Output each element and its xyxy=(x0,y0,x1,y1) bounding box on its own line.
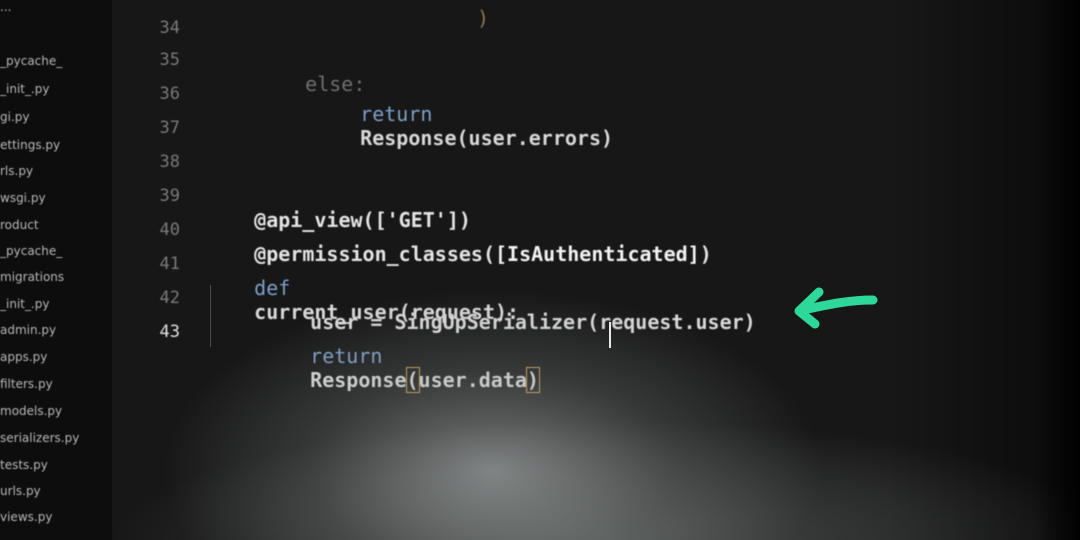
file-tree-item[interactable]: views.py xyxy=(0,510,52,530)
code-user-data: user.data xyxy=(418,368,527,392)
code-response: Response xyxy=(310,368,407,392)
arrow-left-icon xyxy=(794,287,878,329)
file-tree-item[interactable]: ettings.py xyxy=(0,138,60,158)
line-number: 37 xyxy=(159,118,180,138)
indent-guide xyxy=(210,285,211,347)
line-number: 42 xyxy=(159,288,180,308)
file-tree-item[interactable]: apps.py xyxy=(0,350,47,370)
file-tree-item[interactable]: wsgi.py xyxy=(0,191,46,211)
line-number: 41 xyxy=(159,254,180,274)
file-tree-item[interactable]: serializers.py xyxy=(0,431,79,451)
file-tree-item[interactable]: models.py xyxy=(0,404,62,424)
code-line-43: return Response(user.data) xyxy=(262,320,540,416)
file-tree-item[interactable]: _init_.py xyxy=(0,82,50,102)
file-tree-item[interactable]: _init_.py xyxy=(0,297,50,317)
code-brace: ) xyxy=(477,6,490,30)
code-editor[interactable]: 34 35 36 37 38 39 40 41 42 43 ) else: re… xyxy=(112,0,1080,540)
line-number: 40 xyxy=(159,220,180,240)
keyword-return: return xyxy=(310,344,383,368)
text-cursor xyxy=(609,322,611,348)
file-tree-item[interactable]: rls.py xyxy=(0,164,33,184)
file-tree-sidebar: ... _pycache_ _init_.py gi.py ettings.py… xyxy=(0,0,112,540)
file-tree-item[interactable]: _pycache_ xyxy=(0,54,62,74)
code-response-errors: Response(user.errors) xyxy=(360,126,614,150)
bracket-close-highlight: ) xyxy=(525,367,540,393)
file-tree-item[interactable]: _pycache_ xyxy=(0,244,62,264)
code-line-36: return Response(user.errors) xyxy=(312,78,613,174)
line-number: 39 xyxy=(159,186,180,206)
bracket-open-highlight: ( xyxy=(405,367,420,393)
file-tree-item[interactable]: roduct xyxy=(0,218,39,238)
screen-edge xyxy=(1034,0,1080,540)
line-number: 38 xyxy=(159,152,180,172)
file-tree-item[interactable]: filters.py xyxy=(0,377,53,397)
file-tree-item[interactable]: tests.py xyxy=(0,458,48,478)
file-tree-item[interactable]: ... xyxy=(0,0,11,20)
file-tree-item[interactable]: admin.py xyxy=(0,323,56,343)
line-number: 36 xyxy=(159,84,180,104)
file-tree-item[interactable]: gi.py xyxy=(0,110,29,130)
file-tree-item[interactable]: migrations xyxy=(0,270,64,290)
line-number: 35 xyxy=(159,50,180,70)
keyword-return: return xyxy=(360,102,433,126)
file-tree-item[interactable]: urls.py xyxy=(0,484,41,504)
decorator-argument: [IsAuthenticated] xyxy=(495,242,700,266)
decorator-close: ) xyxy=(699,242,712,266)
line-number: 34 xyxy=(159,18,180,38)
line-number-active: 43 xyxy=(159,322,180,342)
